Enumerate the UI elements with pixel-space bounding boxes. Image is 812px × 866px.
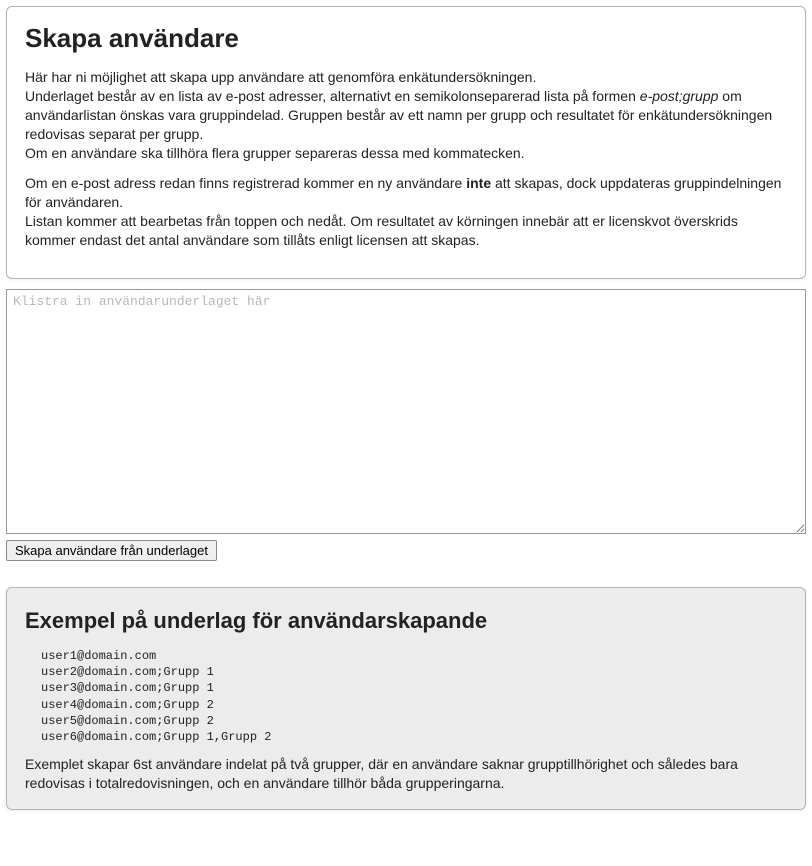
- intro-paragraph-2: Om en e-post adress redan finns registre…: [25, 174, 787, 250]
- page-title: Skapa användare: [25, 23, 787, 54]
- intro-paragraph-1: Här har ni möjlighet att skapa upp använ…: [25, 68, 787, 162]
- create-users-button[interactable]: Skapa användare från underlaget: [6, 540, 217, 561]
- intro-p1-text-a: Här har ni möjlighet att skapa upp använ…: [25, 69, 640, 104]
- intro-p1-format-example: e-post;grupp: [640, 88, 719, 104]
- example-description: Exemplet skapar 6st användare indelat på…: [25, 755, 787, 793]
- intro-panel: Skapa användare Här har ni möjlighet att…: [6, 6, 806, 279]
- example-heading: Exempel på underlag för användarskapande: [25, 608, 787, 634]
- example-code-block: user1@domain.com user2@domain.com;Grupp …: [41, 648, 787, 745]
- intro-p2-text-a: Om en e-post adress redan finns registre…: [25, 175, 466, 191]
- example-panel: Exempel på underlag för användarskapande…: [6, 587, 806, 810]
- intro-p2-strong: inte: [466, 175, 491, 191]
- user-data-textarea[interactable]: [6, 289, 806, 534]
